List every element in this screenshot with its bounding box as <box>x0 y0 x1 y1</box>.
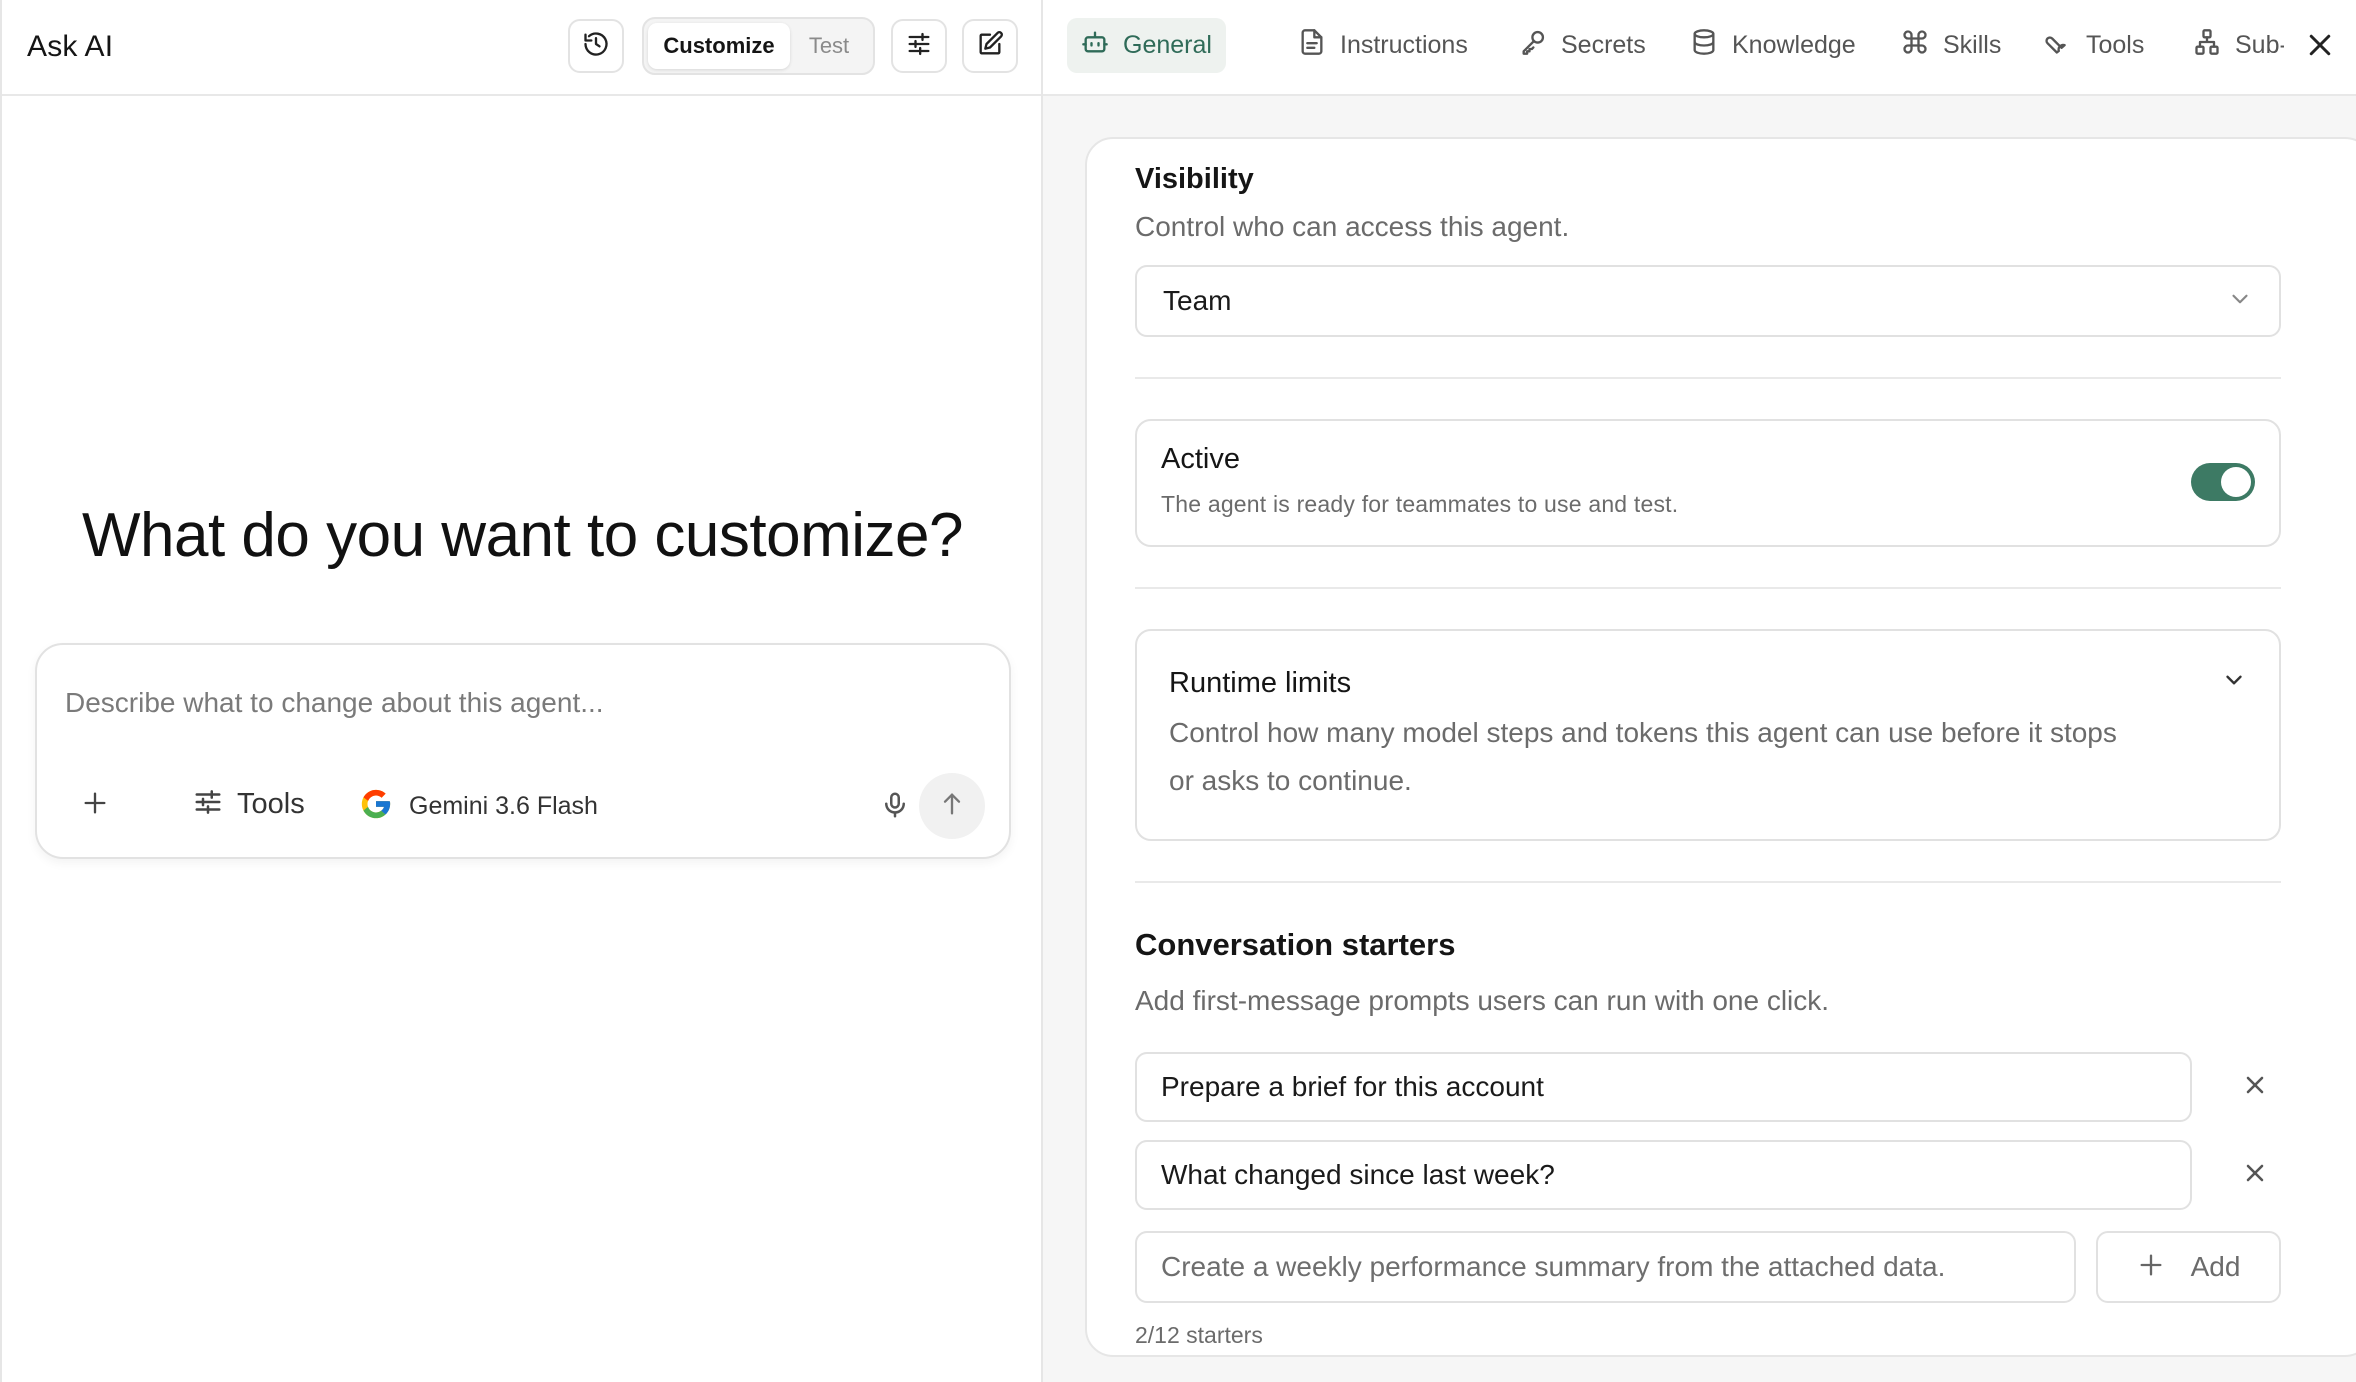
plus-icon <box>2137 1251 2165 1284</box>
plus-icon <box>81 789 109 822</box>
microphone-icon <box>880 790 910 825</box>
visibility-description: Control who can access this agent. <box>1135 211 1570 242</box>
starters-title: Conversation starters <box>1135 927 1456 962</box>
tab-label: Secrets <box>1561 31 1646 59</box>
runtime-title: Runtime limits <box>1169 667 1352 699</box>
send-button[interactable] <box>919 773 985 839</box>
chevron-down-icon <box>2227 286 2253 317</box>
composer: Tools Gemini 3.6 Flash <box>35 643 1011 859</box>
close-icon <box>2241 1159 2269 1192</box>
database-icon <box>1690 28 1718 63</box>
tab-label: General <box>1123 31 1212 59</box>
test-tab[interactable]: Test <box>790 23 868 69</box>
hierarchy-icon <box>2193 28 2221 63</box>
divider <box>1135 881 2281 883</box>
close-icon <box>2241 1071 2269 1104</box>
tab-secrets[interactable]: Secrets <box>1505 18 1660 73</box>
prompt-input[interactable] <box>65 687 965 719</box>
tab-knowledge[interactable]: Knowledge <box>1676 18 1870 73</box>
tab-skills[interactable]: Skills <box>1887 18 2015 73</box>
tab-tools[interactable]: Tools <box>2030 18 2158 73</box>
ask-ai-panel: Ask AI Customize Test What do you want t… <box>0 0 1043 1382</box>
divider <box>1135 377 2281 379</box>
active-description: The agent is ready for teammates to use … <box>1161 491 1679 517</box>
chevron-down-icon[interactable] <box>2221 667 2247 698</box>
divider <box>1135 587 2281 589</box>
robot-icon <box>1081 28 1109 63</box>
history-button[interactable] <box>568 19 624 73</box>
google-logo-icon <box>359 787 393 826</box>
remove-starter-button[interactable] <box>2235 1155 2275 1195</box>
add-starter-button[interactable]: Add <box>2096 1231 2281 1303</box>
settings-tabs: General Instructions Secrets Knowledge S… <box>1043 0 2356 96</box>
tools-label: Tools <box>237 788 305 820</box>
close-button[interactable] <box>2284 0 2356 94</box>
app-window: Ask AI Customize Test What do you want t… <box>0 0 2356 1382</box>
starter-text: Prepare a brief for this account <box>1161 1071 1544 1102</box>
visibility-select[interactable]: Team <box>1135 265 2281 337</box>
hero-heading: What do you want to customize? <box>81 501 964 570</box>
general-settings-card: Visibility Control who can access this a… <box>1085 137 2356 1357</box>
document-icon <box>1298 28 1326 63</box>
key-icon <box>1519 28 1547 63</box>
starter-item[interactable]: What changed since last week? <box>1135 1140 2192 1210</box>
runtime-description-line1: Control how many model steps and tokens … <box>1169 717 2117 748</box>
new-starter-input[interactable] <box>1135 1231 2076 1303</box>
mode-switch: Customize Test <box>642 17 875 75</box>
active-card: Active The agent is ready for teammates … <box>1135 419 2281 547</box>
runtime-limits-card[interactable]: Runtime limits Control how many model st… <box>1135 629 2281 841</box>
toggle-knob <box>2221 467 2251 497</box>
starter-text: What changed since last week? <box>1161 1159 1555 1190</box>
model-label: Gemini 3.6 Flash <box>409 792 598 820</box>
visibility-value: Team <box>1163 285 1232 316</box>
agent-settings-panel: General Instructions Secrets Knowledge S… <box>1043 0 2356 1382</box>
wrench-icon <box>2044 28 2072 63</box>
close-icon <box>2305 30 2335 65</box>
command-icon <box>1901 28 1929 63</box>
starters-count: 2/12 starters <box>1135 1322 1263 1348</box>
tab-label: Tools <box>2086 31 2145 59</box>
voice-input-button[interactable] <box>875 787 915 827</box>
add-label: Add <box>2190 1251 2241 1282</box>
tab-label: Instructions <box>1340 31 1468 59</box>
ask-ai-header: Ask AI Customize Test <box>2 0 1041 96</box>
starter-item[interactable]: Prepare a brief for this account <box>1135 1052 2192 1122</box>
edit-icon <box>976 30 1004 63</box>
runtime-description-line2: or asks to continue. <box>1169 765 1412 796</box>
settings-button[interactable] <box>891 19 947 73</box>
tools-button[interactable]: Tools <box>193 787 305 822</box>
active-title: Active <box>1161 443 1240 475</box>
customize-tab[interactable]: Customize <box>648 23 790 69</box>
starters-description: Add first-message prompts users can run … <box>1135 985 1830 1016</box>
tab-label: Knowledge <box>1732 31 1856 59</box>
remove-starter-button[interactable] <box>2235 1067 2275 1107</box>
visibility-title: Visibility <box>1135 163 1254 195</box>
new-chat-button[interactable] <box>962 19 1018 73</box>
history-icon <box>582 30 610 63</box>
panel-title: Ask AI <box>27 30 114 63</box>
active-toggle[interactable] <box>2191 463 2255 501</box>
tab-instructions[interactable]: Instructions <box>1284 18 1482 73</box>
attach-button[interactable] <box>77 787 113 823</box>
sliders-icon <box>193 787 223 822</box>
sliders-icon <box>905 30 933 63</box>
tab-label: Skills <box>1943 31 2002 59</box>
arrow-up-icon <box>938 790 966 823</box>
tab-general[interactable]: General <box>1067 18 1226 73</box>
model-selector[interactable]: Gemini 3.6 Flash <box>359 787 598 826</box>
